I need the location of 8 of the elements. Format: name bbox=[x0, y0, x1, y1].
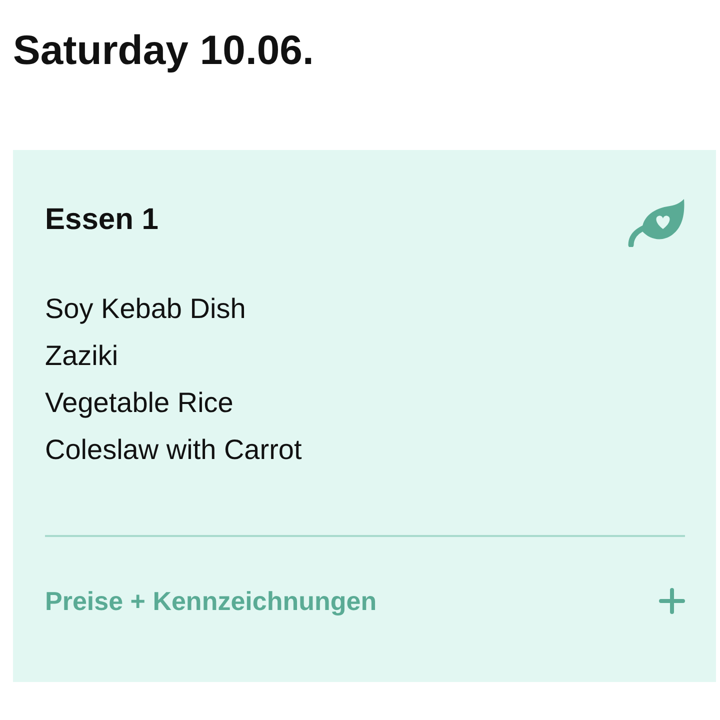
prices-toggle-button[interactable]: Preise + Kennzeichnungen bbox=[45, 584, 685, 618]
date-heading: Saturday 10.06. bbox=[13, 27, 314, 74]
meal-title: Essen 1 bbox=[45, 202, 158, 238]
leaf-heart-icon bbox=[627, 198, 685, 247]
dish-name: Coleslaw with Carrot bbox=[45, 433, 302, 467]
dish-name: Vegetable Rice bbox=[45, 386, 234, 420]
dish-name: Soy Kebab Dish bbox=[45, 292, 246, 326]
dish-name: Zaziki bbox=[45, 339, 118, 373]
